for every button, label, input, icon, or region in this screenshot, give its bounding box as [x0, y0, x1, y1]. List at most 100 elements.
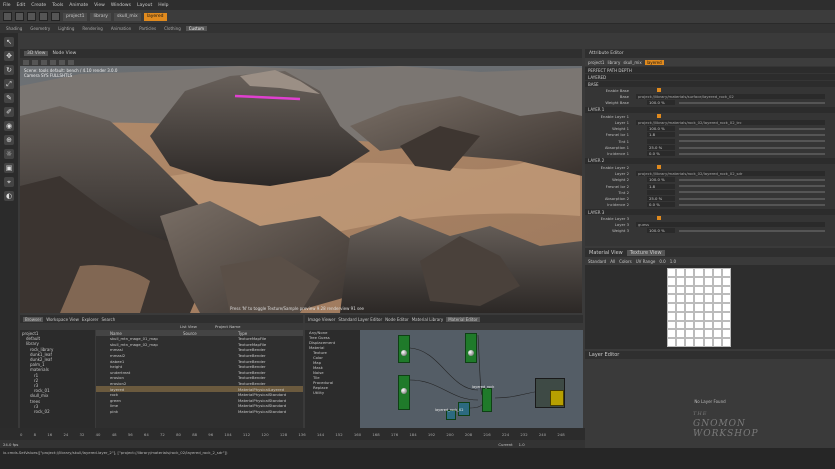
context-path-3[interactable]: skull_mix: [113, 12, 141, 21]
current-frame-field[interactable]: 1.0: [519, 442, 525, 447]
tab-3d-view[interactable]: 3D View: [24, 51, 49, 56]
display-menu-icon[interactable]: [41, 59, 47, 65]
camera-menu-icon[interactable]: [32, 59, 38, 65]
zoom-tool-icon[interactable]: ⊕: [4, 135, 14, 145]
shelf-tab-rendering[interactable]: Rendering: [79, 26, 105, 31]
menu-item-animate[interactable]: Animate: [69, 3, 88, 8]
tab-material-editor[interactable]: Material Editor: [446, 316, 480, 322]
camera-tool-icon[interactable]: ◉: [4, 121, 14, 131]
tab-explorer[interactable]: Explorer: [82, 317, 99, 322]
menu-item-edit[interactable]: Edit: [17, 3, 26, 8]
outliner-item[interactable]: rock_02: [22, 409, 95, 414]
attr-path-3[interactable]: skull_mix: [623, 60, 641, 65]
tab-attribute-editor[interactable]: Attribute Editor: [589, 51, 624, 56]
enable-checkbox[interactable]: [657, 216, 661, 221]
tab-standard-layer-editor[interactable]: Standard Layer Editor: [338, 317, 382, 322]
texture-mode-dropdown[interactable]: Standard: [588, 259, 606, 264]
attr-path-field[interactable]: project://library/materials/rock_02/laye…: [636, 119, 825, 125]
shading-mode-icon[interactable]: [23, 59, 29, 65]
attr-slider[interactable]: [679, 140, 825, 143]
attr-number-field[interactable]: 100.0 %: [647, 228, 675, 234]
menu-item-view[interactable]: View: [94, 3, 105, 8]
enable-checkbox[interactable]: [657, 165, 661, 170]
color-swatch-icon[interactable]: ◐: [4, 191, 14, 201]
texture-colors-toggle[interactable]: Colors: [619, 259, 632, 264]
attr-number-field[interactable]: 25.0 %: [647, 145, 675, 151]
shelf-tab-lighting[interactable]: Lighting: [55, 26, 77, 31]
paint-tool-icon[interactable]: ✐: [4, 107, 14, 117]
uv-range-max[interactable]: 1.0: [670, 259, 676, 264]
texture-channel-dropdown[interactable]: All: [610, 259, 615, 264]
tab-browser[interactable]: Browser: [23, 316, 44, 322]
column-name[interactable]: Name: [96, 331, 183, 336]
attr-path-field[interactable]: project://library/materials/rock_02/laye…: [636, 170, 825, 176]
texture-canvas[interactable]: [585, 265, 835, 349]
attr-path-field[interactable]: project://library/materials/surface/laye…: [636, 93, 825, 99]
attr-slider[interactable]: [679, 185, 825, 187]
menu-item-windows[interactable]: Windows: [111, 3, 131, 8]
light-tool-icon[interactable]: ☼: [4, 149, 14, 159]
shelf-tab-clothing[interactable]: Clothing: [161, 26, 184, 31]
save-icon[interactable]: [27, 12, 36, 21]
tab-texture-view[interactable]: Texture View: [626, 249, 665, 256]
filter-menu-icon[interactable]: [50, 59, 56, 65]
attr-slider[interactable]: [679, 152, 825, 155]
attr-slider[interactable]: [679, 133, 825, 136]
attr-number-field[interactable]: [647, 138, 675, 144]
attr-slider[interactable]: [679, 146, 825, 149]
attr-path-current[interactable]: layered: [644, 59, 664, 65]
project-name-filter[interactable]: Project Name: [215, 324, 240, 329]
brush-tool-icon[interactable]: ✎: [4, 93, 14, 103]
scale-tool-icon[interactable]: ⤢: [4, 79, 14, 89]
attr-path-field[interactable]: guess: [636, 221, 825, 227]
menu-item-tools[interactable]: Tools: [52, 3, 63, 8]
context-path-1[interactable]: project1: [63, 12, 88, 21]
grid-toggle-icon[interactable]: [59, 59, 65, 65]
attr-path-1[interactable]: project1: [588, 60, 604, 65]
attr-number-field[interactable]: 1.8: [647, 183, 675, 189]
attr-number-field[interactable]: 1.8: [647, 132, 675, 138]
context-path-2[interactable]: library: [90, 12, 111, 21]
table-row[interactable]: pink MaterialPhysicalStandard: [96, 409, 303, 415]
attr-number-field[interactable]: 100.0 %: [647, 177, 675, 183]
tab-image-viewer[interactable]: Image Viewer: [308, 317, 335, 322]
menu-item-layout[interactable]: Layout: [137, 3, 152, 8]
shelf-tab-animation[interactable]: Animation: [108, 26, 134, 31]
rotate-tool-icon[interactable]: ↻: [4, 65, 14, 75]
attr-slider[interactable]: [679, 191, 825, 194]
move-tool-icon[interactable]: ✥: [4, 51, 14, 61]
enable-checkbox[interactable]: [657, 114, 661, 119]
list-view-toggle[interactable]: List View: [180, 324, 197, 329]
attr-number-field[interactable]: 25.0 %: [647, 196, 675, 202]
tab-material-view[interactable]: Material View: [589, 250, 623, 256]
eyedropper-tool-icon[interactable]: ⌖: [4, 177, 14, 187]
tab-workspace-view[interactable]: Workspace View: [46, 317, 79, 322]
attr-slider[interactable]: [679, 197, 825, 200]
attr-number-field[interactable]: 0.0 %: [647, 151, 675, 157]
select-tool-icon[interactable]: ↖: [4, 37, 14, 47]
attr-slider[interactable]: [679, 203, 825, 206]
material-node[interactable]: [398, 335, 410, 363]
column-type[interactable]: Type: [238, 331, 303, 336]
menu-item-help[interactable]: Help: [158, 3, 168, 8]
node-graph[interactable]: layered_rock layered_rock_02: [360, 330, 583, 428]
command-line[interactable]: ix.cmds.SetValues(["project://library/sk…: [0, 448, 835, 456]
shelf-tab-custom[interactable]: Custom: [185, 26, 208, 31]
attr-slider[interactable]: [679, 101, 825, 104]
open-icon[interactable]: [15, 12, 24, 21]
output-node[interactable]: [550, 390, 564, 406]
attr-slider[interactable]: [679, 178, 825, 181]
3d-viewport[interactable]: Scene: tools default: bench / 4.10 rende…: [20, 66, 582, 313]
attr-path-2[interactable]: library: [607, 60, 620, 65]
shelf-tab-geometry[interactable]: Geometry: [27, 26, 53, 31]
attr-number-field[interactable]: [647, 189, 675, 195]
menu-item-create[interactable]: Create: [31, 3, 46, 8]
context-path-current[interactable]: layered: [143, 12, 167, 21]
tab-node-view[interactable]: Node View: [52, 51, 76, 56]
tab-node-editor[interactable]: Node Editor: [385, 317, 409, 322]
attr-number-field[interactable]: 100.0 %: [647, 126, 675, 132]
enable-checkbox[interactable]: [657, 88, 661, 93]
shelf-tab-particles[interactable]: Particles: [136, 26, 159, 31]
attr-number-field[interactable]: 0.0 %: [647, 202, 675, 208]
redo-icon[interactable]: [51, 12, 60, 21]
